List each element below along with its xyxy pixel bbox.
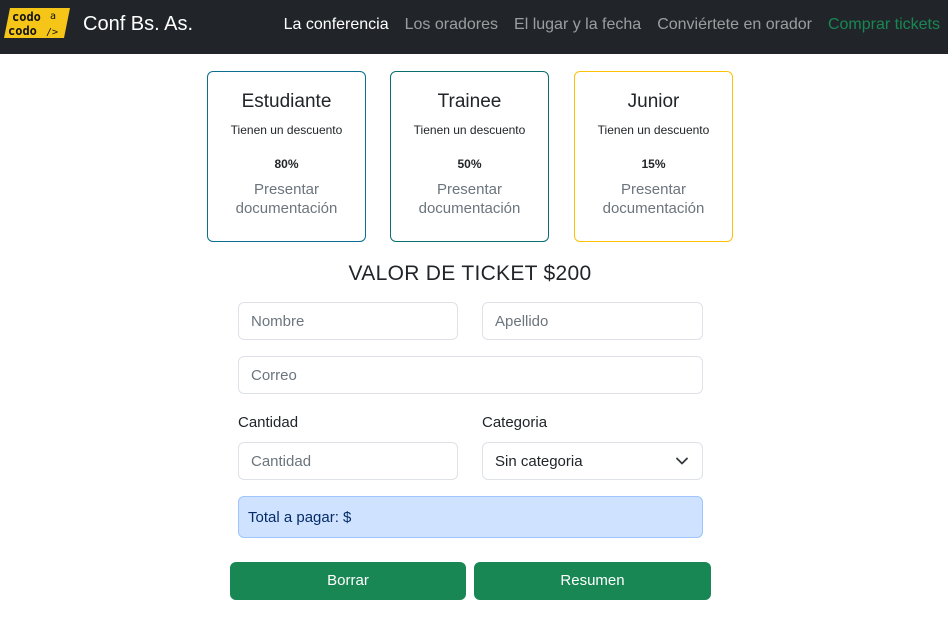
categoria-select[interactable]: Sin categoria [482, 442, 703, 480]
nav-link-oradores[interactable]: Los oradores [405, 15, 498, 35]
svg-text:codo: codo [8, 24, 37, 38]
card-doc-note: Presentar documentación [418, 181, 521, 217]
svg-text:a: a [50, 11, 56, 22]
card-discount: 15% [641, 157, 666, 171]
card-title: Junior [627, 91, 680, 112]
card-title: Trainee [437, 91, 502, 112]
svg-text:codo: codo [12, 10, 41, 24]
nav-links: La conferencia Los oradores El lugar y l… [284, 15, 940, 35]
nav-link-conferencia[interactable]: La conferencia [284, 15, 389, 35]
nav-link-convertite-orador[interactable]: Conviértete en orador [657, 15, 812, 35]
borrar-button[interactable]: Borrar [230, 562, 466, 600]
chevron-down-icon [676, 457, 688, 465]
cantidad-input[interactable]: Cantidad [238, 442, 458, 480]
nav-link-comprar-tickets[interactable]: Comprar tickets [828, 15, 940, 35]
ticket-price-heading: VALOR DE TICKET $200 [348, 262, 592, 285]
resumen-button[interactable]: Resumen [474, 562, 711, 600]
card-junior: Junior Tienen un descuento 15% Presentar… [574, 71, 733, 242]
categoria-label: Categoria [482, 414, 548, 431]
card-title: Estudiante [241, 91, 332, 112]
card-doc-note: Presentar documentación [235, 181, 338, 217]
card-doc-note: Presentar documentación [602, 181, 705, 217]
nav-link-lugar-fecha[interactable]: El lugar y la fecha [514, 15, 641, 35]
categoria-select-value: Sin categoria [495, 453, 583, 470]
codo-a-codo-logo[interactable]: codo a codo /> [4, 6, 70, 40]
svg-text:/>: /> [46, 27, 58, 38]
card-estudiante: Estudiante Tienen un descuento 80% Prese… [207, 71, 366, 242]
brand-title[interactable]: Conf Bs. As. [83, 12, 193, 36]
apellido-input[interactable]: Apellido [482, 302, 703, 340]
card-text: Tienen un descuento [230, 123, 343, 137]
cantidad-label: Cantidad [238, 414, 299, 431]
card-text: Tienen un descuento [597, 123, 710, 137]
nombre-input[interactable]: Nombre [238, 302, 458, 340]
card-text: Tienen un descuento [413, 123, 526, 137]
navbar: codo a codo /> Conf Bs. As. La conferenc… [0, 0, 948, 54]
card-discount: 80% [274, 157, 299, 171]
correo-input[interactable]: Correo [238, 356, 703, 394]
card-discount: 50% [457, 157, 482, 171]
total-a-pagar: Total a pagar: $ [238, 496, 703, 538]
card-trainee: Trainee Tienen un descuento 50% Presenta… [390, 71, 549, 242]
